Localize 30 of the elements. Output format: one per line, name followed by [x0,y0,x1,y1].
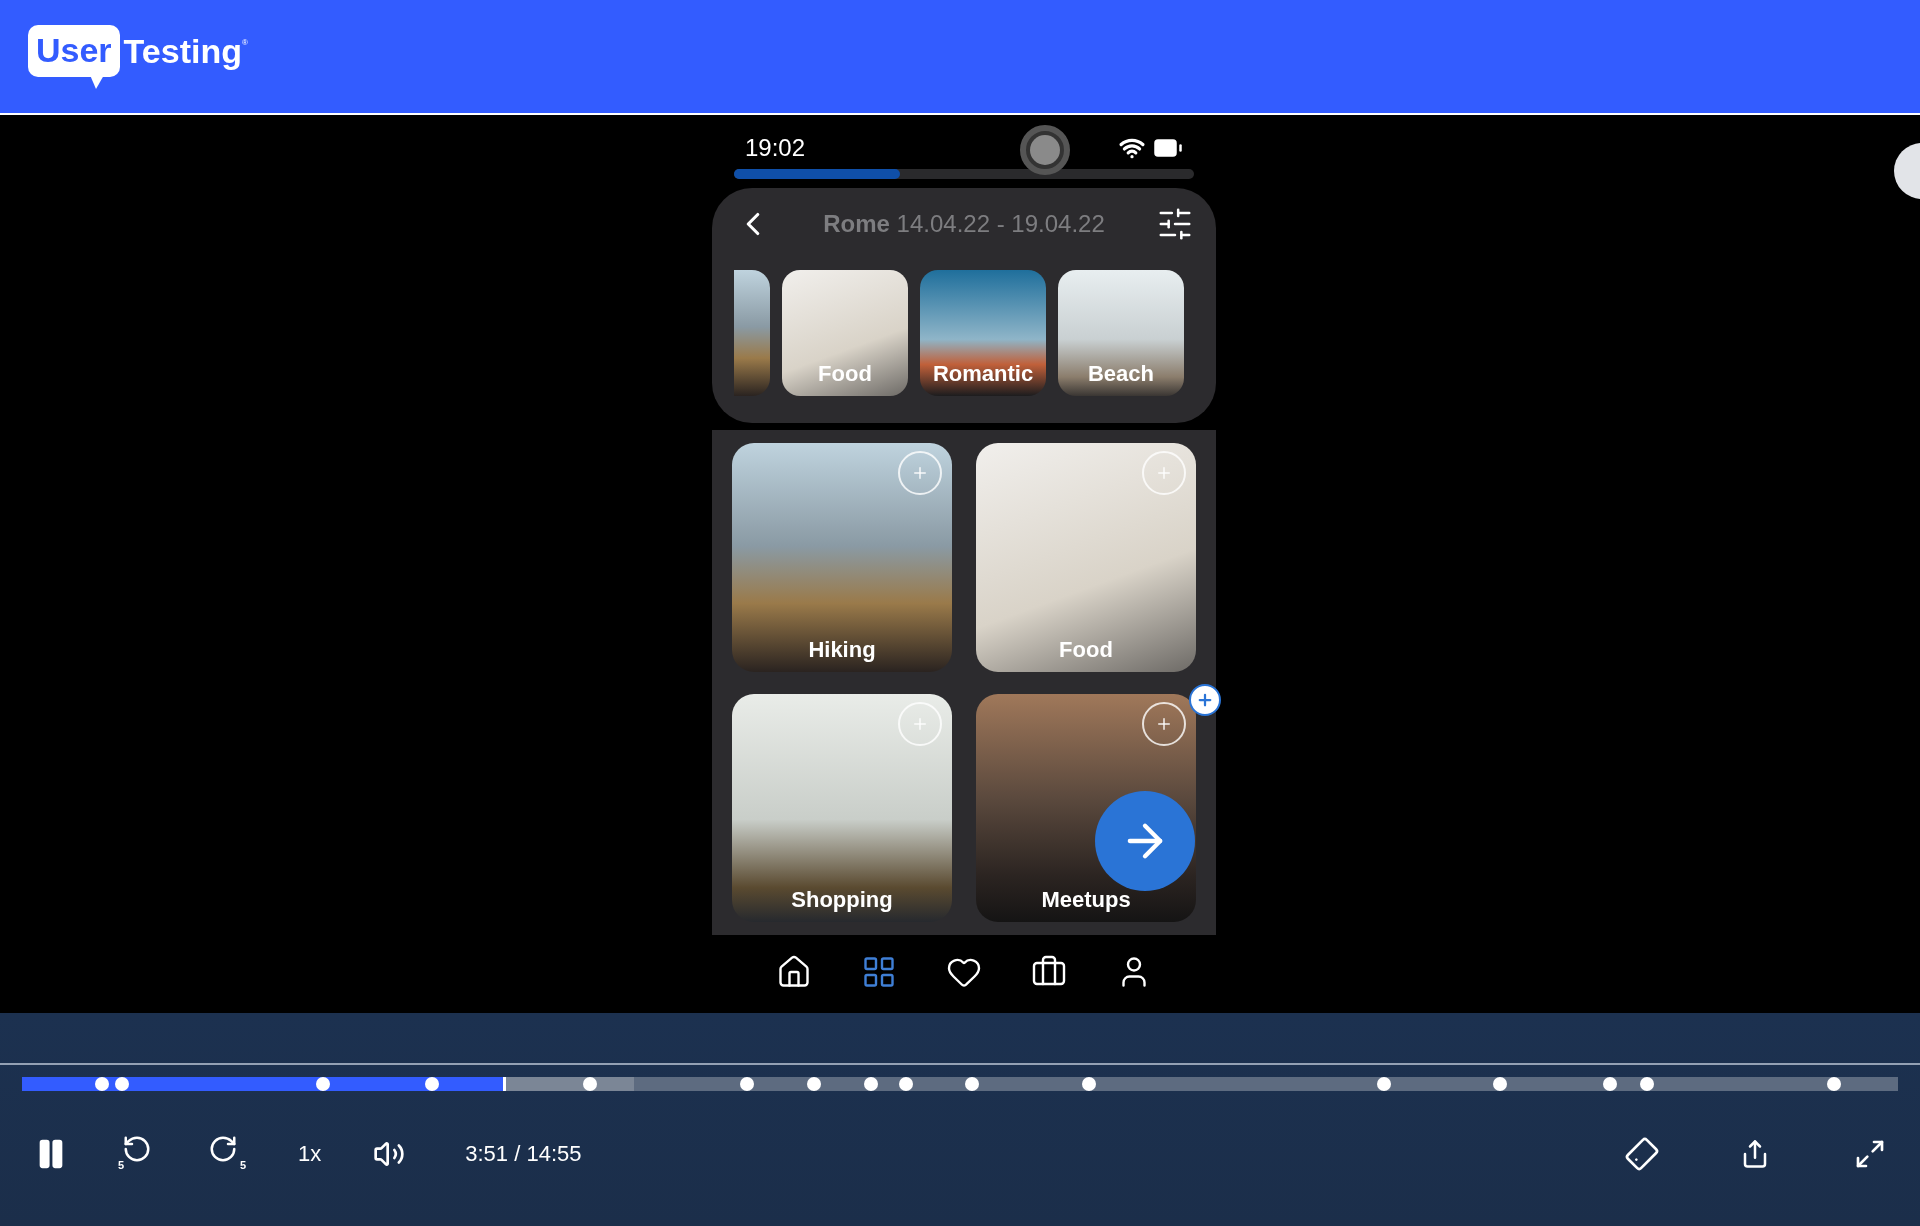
timeline-track[interactable] [22,1077,1898,1091]
timeline-marker[interactable] [807,1077,821,1091]
trip-title: Rome 14.04.22 - 19.04.22 [823,209,1105,239]
plus-icon [1196,691,1214,709]
timeline-marker[interactable] [864,1077,878,1091]
timeline-marker[interactable] [965,1077,979,1091]
status-time: 19:02 [745,133,806,163]
add-button[interactable] [1189,684,1221,716]
timeline-marker[interactable] [1493,1077,1507,1091]
timeline-marker[interactable] [1082,1077,1096,1091]
category-chip[interactable]: Romantic [920,270,1046,396]
plus-icon [1155,464,1173,482]
timeline-marker[interactable] [899,1077,913,1091]
activity-card[interactable]: Shopping [732,693,952,922]
timeline-marker[interactable] [1827,1077,1841,1091]
timeline-marker[interactable] [1603,1077,1617,1091]
timeline-marker[interactable] [1377,1077,1391,1091]
skip-back-button[interactable]: 5 [118,1133,158,1174]
assistive-touch-button[interactable] [1020,125,1070,175]
activity-card[interactable]: Hiking [732,443,952,672]
skip-forward-button[interactable]: 5 [206,1133,246,1174]
time-display: 3:51 / 14:55 [465,1140,582,1168]
timeline-marker[interactable] [1640,1077,1654,1091]
logo-mark: ® [242,36,248,47]
timeline-marker[interactable] [740,1077,754,1091]
photo-placeholder[interactable] [734,270,770,396]
plus-icon [911,464,929,482]
speed-button[interactable]: 1x [298,1137,322,1170]
logo-text: Testing [123,30,242,72]
category-chip[interactable]: Beach [1058,270,1184,396]
